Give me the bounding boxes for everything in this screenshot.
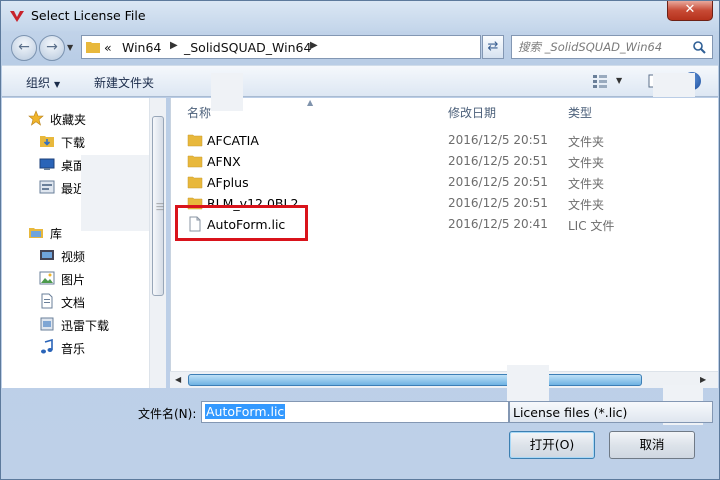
library-icon (29, 228, 43, 238)
filename-input[interactable]: AutoForm.lic (201, 401, 509, 423)
folder-icon (86, 42, 100, 53)
nav-label: 库 (50, 227, 63, 241)
forward-button[interactable]: → (39, 35, 65, 61)
chevron-down-icon: ▼ (54, 80, 61, 89)
organize-label: 组织 (26, 76, 51, 90)
folder-icon (187, 134, 203, 147)
annotation-highlight-box (175, 205, 308, 241)
filter-value: License files (*.lic) (513, 405, 628, 420)
folder-icon (187, 155, 203, 168)
file-row[interactable]: AFNX 2016/12/5 20:51 文件夹 (171, 151, 719, 172)
file-type: 文件夹 (568, 198, 605, 212)
refresh-icon: ⇄ (487, 39, 499, 54)
decorative-block (81, 155, 149, 231)
app-logo-icon (10, 11, 24, 22)
address-bar[interactable]: « Win64 ▶ _SolidSQUAD_Win64 ▶ (81, 35, 481, 59)
file-name: AFCATIA (207, 133, 259, 148)
file-date: 2016/12/5 20:51 (448, 175, 548, 189)
filename-value[interactable]: AutoForm.lic (205, 404, 286, 419)
document-icon (41, 293, 53, 309)
scrollbar-thumb[interactable]: — — — (152, 116, 164, 296)
refresh-button[interactable]: ⇄ (482, 35, 504, 59)
select-license-dialog: Select License File ✕ ← → ▼ « Win64 ▶ _S… (0, 0, 720, 480)
file-name: AFplus (207, 175, 249, 190)
file-date: 2016/12/5 20:51 (448, 154, 548, 168)
view-options-icon[interactable] (592, 74, 608, 88)
file-type: LIC 文件 (568, 219, 615, 233)
search-box[interactable] (511, 35, 713, 59)
file-list: 名称 ▲ 修改日期 类型 AFCATIA 2016/12/5 20:51 文件夹… (170, 98, 718, 388)
back-arrow-icon: ← (18, 39, 30, 55)
file-row[interactable]: AFplus 2016/12/5 20:51 文件夹 (171, 172, 719, 193)
forward-arrow-icon: → (46, 39, 58, 55)
search-input[interactable] (516, 38, 684, 56)
music-note-icon (41, 339, 53, 354)
back-button[interactable]: ← (11, 35, 37, 61)
scroll-left-icon[interactable]: ◀ (175, 375, 181, 384)
file-type: 文件夹 (568, 177, 605, 191)
organize-menu[interactable]: 组织 ▼ (26, 74, 60, 91)
breadcrumb-separator-icon[interactable]: ▶ (170, 40, 178, 51)
folder-icon (187, 176, 203, 189)
grip-icon: — — — (156, 199, 164, 214)
search-icon[interactable] (692, 40, 706, 54)
title-bar[interactable]: Select License File ✕ (1, 1, 719, 31)
column-header-name[interactable]: 名称 (187, 104, 211, 121)
file-type-filter[interactable]: License files (*.lic) (509, 401, 713, 423)
sort-ascending-icon: ▲ (307, 98, 314, 107)
nav-label: 视频 (61, 250, 86, 264)
file-date: 2016/12/5 20:41 (448, 217, 548, 231)
recent-places-icon (39, 180, 55, 194)
download-folder-icon (40, 317, 54, 331)
new-folder-button[interactable]: 新建文件夹 (94, 74, 154, 91)
cancel-button[interactable]: 取消 (609, 431, 695, 459)
file-date: 2016/12/5 20:51 (448, 133, 548, 147)
file-row[interactable]: AFCATIA 2016/12/5 20:51 文件夹 (171, 130, 719, 151)
file-date: 2016/12/5 20:51 (448, 196, 548, 210)
nav-label: 文档 (61, 296, 86, 310)
file-type: 文件夹 (568, 135, 605, 149)
open-button[interactable]: 打开(O) (509, 431, 595, 459)
view-dropdown-icon[interactable]: ▼ (616, 76, 622, 85)
scrollbar-thumb[interactable] (188, 374, 642, 386)
picture-icon (39, 271, 55, 285)
breadcrumb-win64[interactable]: Win64 (122, 40, 161, 55)
decorative-block (211, 73, 243, 111)
close-button[interactable]: ✕ (667, 1, 713, 21)
downloads-folder-icon (40, 136, 54, 147)
video-icon (40, 250, 54, 260)
nav-label: 下载 (61, 136, 86, 150)
scroll-right-icon[interactable]: ▶ (700, 375, 706, 384)
navigation-pane: 收藏夹 下载 桌面 最近 库 视频 图片 文档 迅雷下载 音乐 (2, 98, 166, 388)
decorative-block (507, 365, 549, 403)
column-header-type[interactable]: 类型 (568, 104, 592, 121)
address-overflow[interactable]: « (104, 40, 112, 55)
file-name: AFNX (207, 154, 241, 169)
breadcrumb-solidsquad[interactable]: _SolidSQUAD_Win64 (184, 40, 311, 55)
navigation-scrollbar[interactable]: — — — (149, 98, 166, 388)
decorative-block (653, 73, 695, 97)
nav-label: 收藏夹 (50, 113, 87, 127)
command-toolbar: 组织▼ 新建文件夹 ▼ ? (2, 65, 718, 97)
breadcrumb-separator-icon[interactable]: ▶ (310, 40, 318, 51)
nav-label: 图片 (61, 273, 86, 287)
nav-label: 迅雷下载 (61, 319, 110, 333)
column-header-date[interactable]: 修改日期 (448, 104, 496, 121)
desktop-icon (39, 158, 55, 170)
filename-label: 文件名(N): (138, 407, 197, 421)
window-title: Select License File (31, 8, 146, 23)
file-type: 文件夹 (568, 156, 605, 170)
nav-label: 音乐 (61, 342, 86, 356)
star-icon (28, 110, 44, 126)
horizontal-scrollbar[interactable]: ◀ ▶ (170, 371, 718, 388)
recent-pages-dropdown-icon[interactable]: ▼ (67, 43, 73, 52)
